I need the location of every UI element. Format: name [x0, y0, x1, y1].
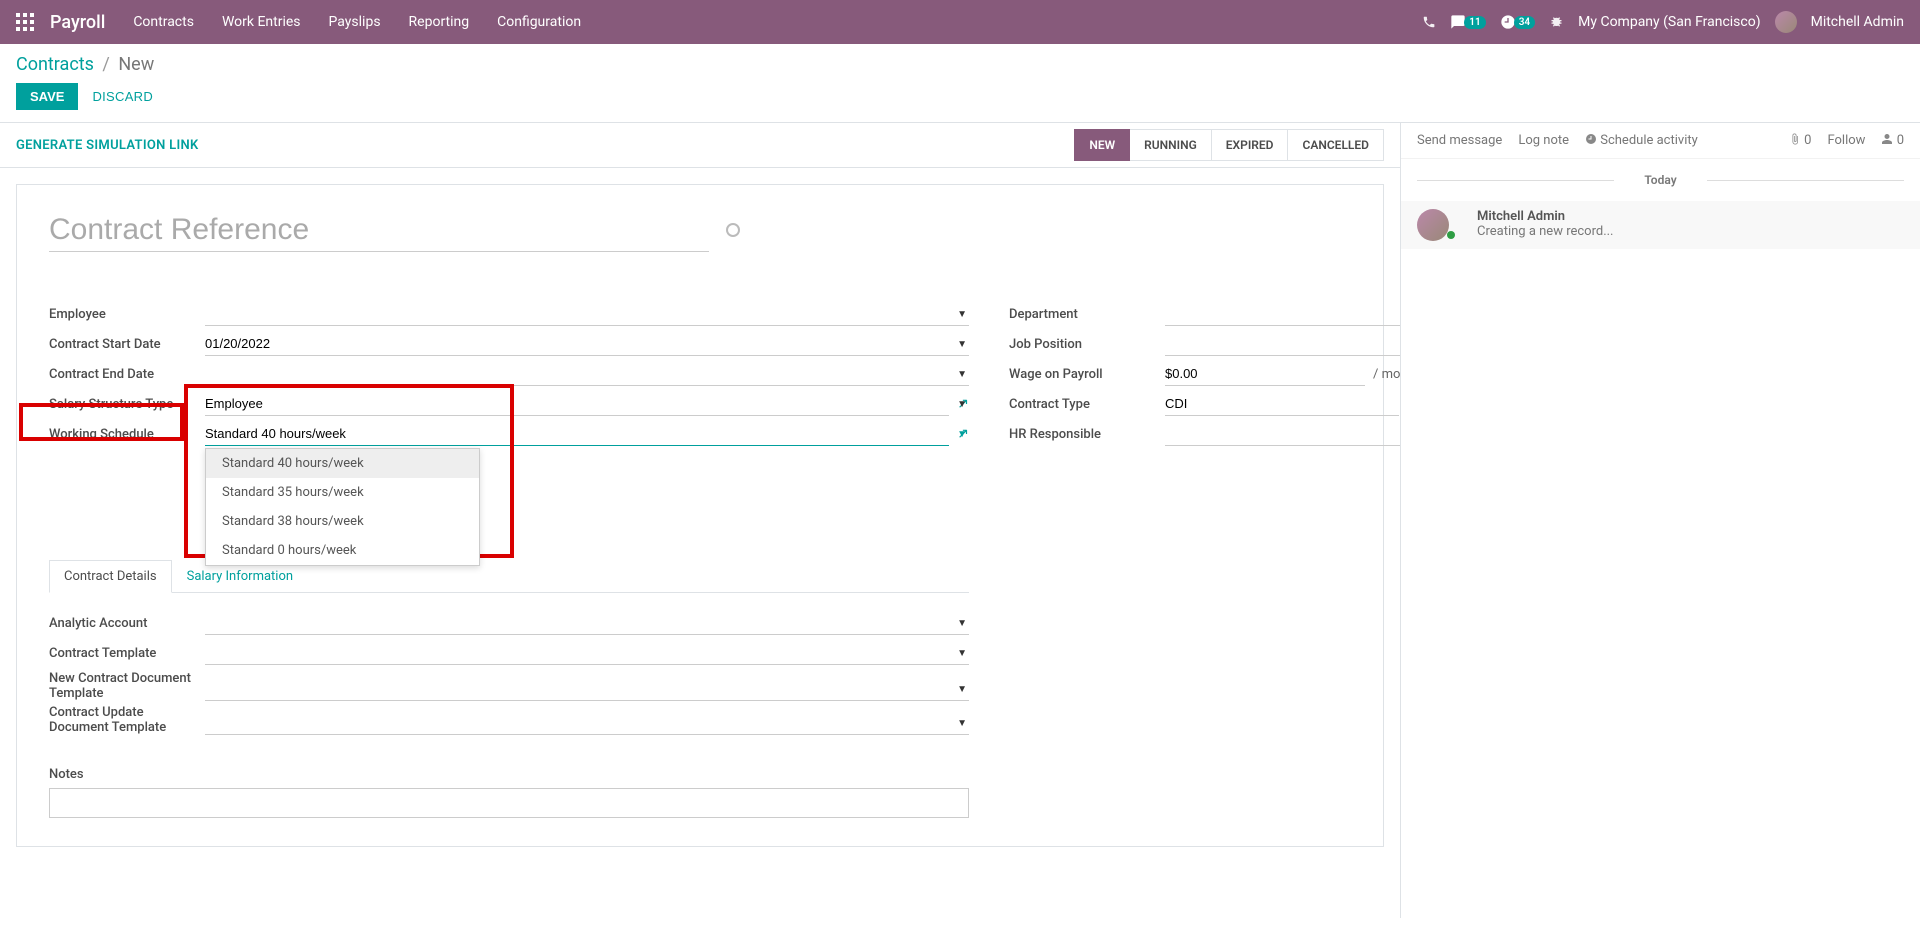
label-template: Contract Template — [49, 646, 205, 661]
label-department: Department — [1009, 307, 1165, 322]
label-start-date: Contract Start Date — [49, 337, 205, 352]
update-doc-field[interactable] — [205, 711, 969, 735]
new-doc-field[interactable] — [205, 677, 969, 701]
form-sheet: Employee ▼ Contract Start Date ▼ Contrac… — [16, 184, 1384, 847]
message-avatar — [1417, 209, 1449, 241]
today-separator: Today — [1401, 173, 1920, 187]
activity-indicator[interactable]: 34 — [1500, 14, 1535, 30]
tabs: Contract Details Salary Information — [49, 560, 969, 593]
message-author: Mitchell Admin — [1477, 209, 1614, 224]
form-left: Employee ▼ Contract Start Date ▼ Contrac… — [49, 300, 969, 822]
chat-badge: 11 — [1464, 16, 1485, 29]
chat-indicator[interactable]: 11 — [1450, 14, 1485, 30]
status-expired[interactable]: EXPIRED — [1212, 129, 1289, 161]
external-link-icon[interactable]: ↗ — [957, 396, 969, 412]
status-new[interactable]: NEW — [1074, 129, 1130, 161]
notes-field[interactable] — [49, 788, 969, 818]
save-button[interactable]: SAVE — [16, 83, 78, 110]
schedule-option[interactable]: Standard 38 hours/week — [206, 507, 479, 536]
schedule-option[interactable]: Standard 40 hours/week — [206, 449, 479, 478]
job-field[interactable] — [1165, 332, 1400, 356]
template-field[interactable] — [205, 641, 969, 665]
follow-button[interactable]: Follow — [1827, 133, 1865, 148]
label-new-doc: New Contract Document Template — [49, 669, 205, 701]
attachment-count[interactable]: 0 — [1789, 133, 1812, 148]
kanban-state-icon[interactable] — [726, 223, 740, 237]
app-brand[interactable]: Payroll — [50, 12, 105, 33]
apps-icon[interactable] — [16, 13, 34, 31]
label-end-date: Contract End Date — [49, 367, 205, 382]
nav-payslips[interactable]: Payslips — [329, 14, 381, 30]
nav-right: 11 34 My Company (San Francisco) Mitchel… — [1422, 11, 1904, 33]
schedule-option[interactable]: Standard 0 hours/week — [206, 536, 479, 565]
status-cancelled[interactable]: CANCELLED — [1288, 129, 1384, 161]
department-field[interactable] — [1165, 302, 1400, 326]
nav-work-entries[interactable]: Work Entries — [222, 14, 301, 30]
breadcrumb-bar: Contracts / New — [0, 44, 1920, 75]
wage-suffix: / month — [1373, 367, 1400, 382]
send-message-button[interactable]: Send message — [1417, 133, 1502, 148]
label-analytic: Analytic Account — [49, 616, 205, 631]
message-body: Creating a new record... — [1477, 224, 1614, 239]
employee-field[interactable] — [205, 302, 969, 326]
label-update-doc: Contract Update Document Template — [49, 703, 205, 735]
label-schedule: Working Schedule — [49, 427, 205, 442]
message: Mitchell Admin Creating a new record... — [1401, 201, 1920, 249]
start-date-field[interactable] — [205, 332, 969, 356]
breadcrumb: Contracts / New — [16, 54, 1904, 75]
debug-icon[interactable] — [1549, 15, 1564, 30]
breadcrumb-sep: / — [102, 54, 109, 75]
follower-count[interactable]: 0 — [1881, 133, 1904, 148]
schedule-field[interactable] — [205, 422, 949, 446]
analytic-field[interactable] — [205, 611, 969, 635]
breadcrumb-current: New — [118, 54, 154, 75]
contract-type-field[interactable] — [1165, 392, 1399, 416]
label-employee: Employee — [49, 307, 205, 322]
label-contract-type: Contract Type — [1009, 397, 1165, 412]
nav-contracts[interactable]: Contracts — [133, 14, 194, 30]
label-wage: Wage on Payroll — [1009, 367, 1165, 382]
form-column: GENERATE SIMULATION LINK NEW RUNNING EXP… — [0, 123, 1400, 918]
online-indicator-icon — [1447, 231, 1455, 239]
generate-simulation-link[interactable]: GENERATE SIMULATION LINK — [16, 138, 199, 153]
form-right: Department ▼ Job Position ▼ Wage on Payr… — [1009, 300, 1400, 822]
chatter-header: Send message Log note Schedule activity … — [1401, 123, 1920, 159]
nav-links: Contracts Work Entries Payslips Reportin… — [133, 14, 581, 30]
nav-configuration[interactable]: Configuration — [497, 14, 581, 30]
external-link-icon[interactable]: ↗ — [957, 426, 969, 442]
breadcrumb-root[interactable]: Contracts — [16, 54, 94, 75]
user-avatar[interactable] — [1775, 11, 1797, 33]
end-date-field[interactable] — [205, 362, 969, 386]
nav-reporting[interactable]: Reporting — [409, 14, 470, 30]
status-running[interactable]: RUNNING — [1130, 129, 1212, 161]
tab-contract-details[interactable]: Contract Details — [49, 560, 172, 593]
status-row: GENERATE SIMULATION LINK NEW RUNNING EXP… — [0, 123, 1400, 168]
label-hr-resp: HR Responsible — [1009, 427, 1165, 442]
phone-icon[interactable] — [1422, 15, 1436, 29]
main-layout: GENERATE SIMULATION LINK NEW RUNNING EXP… — [0, 123, 1920, 918]
activity-badge: 34 — [1514, 16, 1535, 29]
label-job: Job Position — [1009, 337, 1165, 352]
status-bar: NEW RUNNING EXPIRED CANCELLED — [1074, 129, 1384, 161]
action-row: SAVE DISCARD — [0, 75, 1920, 123]
wage-field[interactable] — [1165, 362, 1365, 386]
contract-reference-input[interactable] — [49, 209, 709, 252]
label-notes: Notes — [49, 767, 969, 782]
label-structure: Salary Structure Type — [49, 397, 205, 412]
form-grid: Employee ▼ Contract Start Date ▼ Contrac… — [49, 300, 1351, 822]
user-name[interactable]: Mitchell Admin — [1811, 14, 1904, 30]
discard-button[interactable]: DISCARD — [92, 89, 153, 104]
top-nav: Payroll Contracts Work Entries Payslips … — [0, 0, 1920, 44]
schedule-option[interactable]: Standard 35 hours/week — [206, 478, 479, 507]
log-note-button[interactable]: Log note — [1518, 133, 1569, 148]
structure-field[interactable] — [205, 392, 949, 416]
company-switcher[interactable]: My Company (San Francisco) — [1578, 14, 1760, 30]
schedule-dropdown: Standard 40 hours/week Standard 35 hours… — [205, 448, 480, 566]
chatter: Send message Log note Schedule activity … — [1400, 123, 1920, 918]
schedule-activity-button[interactable]: Schedule activity — [1585, 133, 1698, 148]
hr-resp-field[interactable] — [1165, 422, 1400, 446]
